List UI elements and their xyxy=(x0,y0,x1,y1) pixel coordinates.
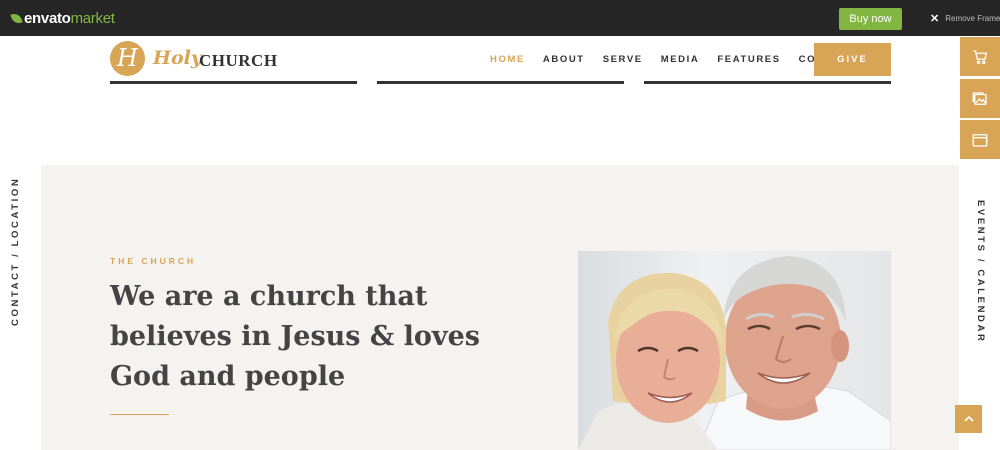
browser-window-icon xyxy=(972,133,988,147)
logo-text-holy[interactable]: Holy xyxy=(153,47,202,69)
section-eyebrow: THE CHURCH xyxy=(110,256,197,266)
chevron-up-icon xyxy=(963,415,974,422)
cart-icon xyxy=(973,49,988,64)
events-calendar-tab[interactable]: EVENTS / CALENDAR xyxy=(975,200,986,343)
nav-about[interactable]: ABOUT xyxy=(543,54,585,65)
nav-home[interactable]: HOME xyxy=(490,54,525,65)
logo-text-church[interactable]: CHURCH xyxy=(199,51,278,71)
remove-frame-button[interactable]: ✕ Remove Frame xyxy=(930,12,1000,25)
envato-preview-bar: envato market Buy now ✕ Remove Frame xyxy=(0,0,1000,36)
remove-frame-label: Remove Frame xyxy=(945,14,1000,23)
cart-button[interactable] xyxy=(960,37,1000,76)
gallery-icon xyxy=(972,91,987,105)
give-button[interactable]: GIVE xyxy=(814,43,891,76)
scroll-to-top-button[interactable] xyxy=(955,405,982,433)
contact-location-tab[interactable]: CONTACT / LOCATION xyxy=(10,177,21,326)
close-icon: ✕ xyxy=(930,13,940,25)
envato-logo-market: market xyxy=(70,9,115,27)
gallery-button[interactable] xyxy=(960,79,1000,118)
header-divider xyxy=(377,81,624,84)
envato-logo-word: envato xyxy=(24,9,71,27)
browser-window-button[interactable] xyxy=(960,120,1000,159)
nav-serve[interactable]: SERVE xyxy=(603,54,643,65)
couple-photo xyxy=(578,251,891,450)
header-divider xyxy=(110,81,357,84)
header-divider xyxy=(644,81,891,84)
hero-headline: We are a church that believes in Jesus &… xyxy=(110,281,480,392)
buy-now-button[interactable]: Buy now xyxy=(839,8,902,30)
nav-media[interactable]: MEDIA xyxy=(661,54,700,65)
accent-divider xyxy=(110,414,169,415)
envato-leaf-icon xyxy=(10,11,23,25)
holy-church-logo-mark[interactable]: H xyxy=(110,41,145,76)
couple-illustration xyxy=(578,256,891,450)
nav-features[interactable]: FEATURES xyxy=(717,54,780,65)
envato-market-logo[interactable]: envato market xyxy=(10,9,115,27)
